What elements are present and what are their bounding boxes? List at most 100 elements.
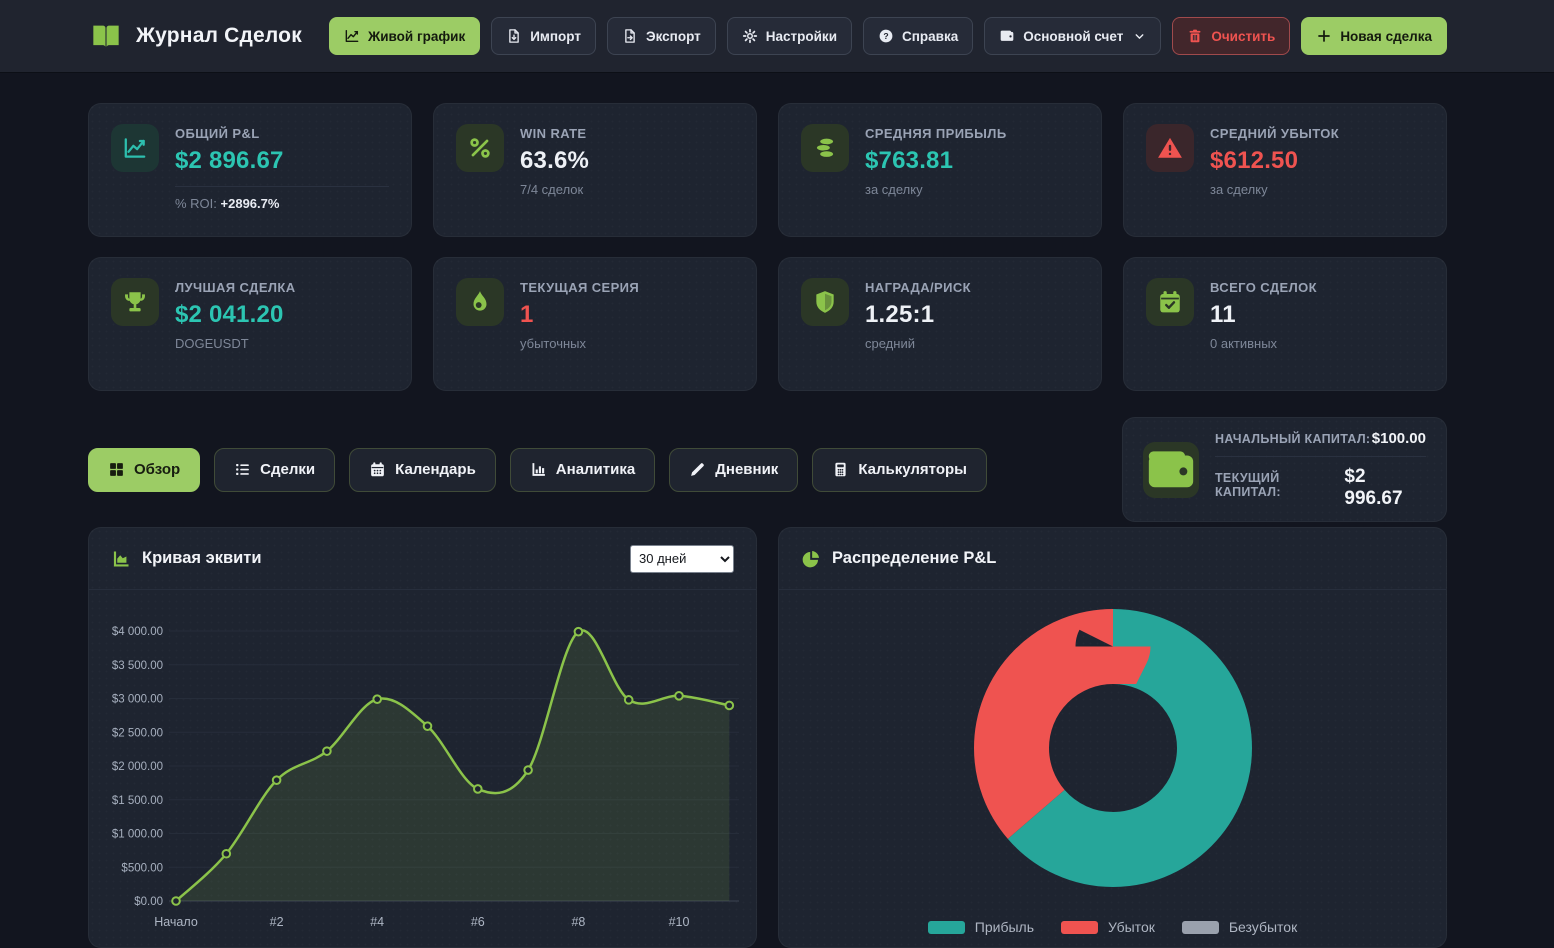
tab-grid[interactable]: Обзор (88, 448, 200, 492)
stat-label: ВСЕГО СДЕЛОК (1210, 280, 1424, 295)
file-import-icon (506, 28, 522, 44)
charts-row: Кривая эквити 30 дней $0.00$500.00$1 000… (88, 527, 1447, 948)
equity-data-point (223, 850, 231, 858)
stat-card: СРЕДНЯЯ ПРИБЫЛЬ$763.81за сделку (778, 103, 1102, 237)
stat-label: НАГРАДА/РИСК (865, 280, 1079, 295)
legend-label: Убыток (1108, 919, 1155, 935)
header-button-chart-line[interactable]: Живой график (329, 17, 480, 55)
equity-card-title: Кривая эквити (142, 549, 262, 568)
x-axis-tick-label: #4 (370, 915, 384, 929)
tab-calculator[interactable]: Калькуляторы (812, 448, 987, 492)
stat-card: НАГРАДА/РИСК1.25:1средний (778, 257, 1102, 391)
header-button-plus[interactable]: Новая сделка (1301, 17, 1447, 55)
equity-data-point (625, 696, 633, 704)
tabs-and-capital-band: Обзор Сделки Календарь Аналитика Дневник Каль… (88, 417, 1447, 522)
legend-item[interactable]: Безубыток (1182, 919, 1297, 935)
trash-icon (1187, 28, 1203, 44)
stat-label: СРЕДНИЙ УБЫТОК (1210, 126, 1424, 141)
stat-icon-tile (801, 124, 849, 172)
tab-list[interactable]: Сделки (214, 448, 335, 492)
equity-curve-chart: $0.00$500.00$1 000.00$1 500.00$2 000.00$… (89, 590, 756, 942)
capital-rows: НАЧАЛЬНЫЙ КАПИТАЛ: $100.00 ТЕКУЩИЙ КАПИТ… (1215, 430, 1426, 510)
tab-bar: Обзор Сделки Календарь Аналитика Дневник Каль… (88, 448, 987, 492)
tab-label: Календарь (395, 461, 476, 478)
y-axis-tick-label: $1 500.00 (112, 795, 163, 807)
list-icon (234, 461, 251, 478)
shield-icon (812, 289, 838, 315)
header-button-question[interactable]: ? Справка (863, 17, 973, 55)
calendar-check-icon (1157, 289, 1183, 315)
button-label: Новая сделка (1340, 29, 1432, 44)
initial-capital-value: $100.00 (1372, 430, 1426, 447)
stat-label: СРЕДНЯЯ ПРИБЫЛЬ (865, 126, 1079, 141)
equity-data-point (474, 785, 482, 793)
donut-chart-body: Прибыль Убыток Безубыток (779, 590, 1446, 948)
stat-value: $2 041.20 (175, 301, 389, 329)
equity-chart-body: $0.00$500.00$1 000.00$1 500.00$2 000.00$… (89, 590, 756, 947)
app-title: Журнал Сделок (136, 24, 302, 48)
current-capital-row: ТЕКУЩИЙ КАПИТАЛ: $2 996.67 (1215, 466, 1426, 510)
stat-icon-tile (1146, 124, 1194, 172)
equity-data-point (575, 628, 583, 636)
stat-icon-tile (456, 278, 504, 326)
stat-label: WIN RATE (520, 126, 734, 141)
pnl-distribution-card: Распределение P&L ПрибыльУбытокБезубыток (778, 527, 1447, 948)
equity-data-point (424, 722, 432, 730)
button-label: Настройки (766, 29, 837, 44)
equity-data-point (726, 702, 734, 710)
stat-subtext: DOGEUSDT (175, 336, 389, 351)
button-label: Справка (902, 29, 958, 44)
trophy-icon (122, 289, 148, 315)
percent-icon (467, 135, 493, 161)
tab-chart-bars[interactable]: Аналитика (510, 448, 655, 492)
chart-line-icon (122, 135, 148, 161)
plus-icon (1316, 28, 1332, 44)
tab-pencil[interactable]: Дневник (669, 448, 798, 492)
warning-icon (1157, 135, 1183, 161)
svg-text:?: ? (883, 31, 888, 41)
stat-divider (175, 186, 389, 187)
stat-value: $763.81 (865, 147, 1079, 175)
chart-line-icon (344, 28, 360, 44)
stat-icon-tile (801, 278, 849, 326)
stat-subtext: средний (865, 336, 1079, 351)
stat-card: ТЕКУЩАЯ СЕРИЯ1убыточных (433, 257, 757, 391)
header-button-gear[interactable]: Настройки (727, 17, 852, 55)
button-label: Живой график (368, 29, 465, 44)
calculator-icon (832, 461, 849, 478)
tab-calendar[interactable]: Календарь (349, 448, 496, 492)
equity-data-point (373, 695, 381, 703)
stat-icon-tile (111, 124, 159, 172)
current-capital-label: ТЕКУЩИЙ КАПИТАЛ: (1215, 471, 1344, 499)
stat-label: ТЕКУЩАЯ СЕРИЯ (520, 280, 734, 295)
tab-label: Аналитика (556, 461, 635, 478)
header-button-wallet[interactable]: Основной счет (984, 17, 1161, 55)
chart-legend: Прибыль Убыток Безубыток (779, 919, 1446, 935)
stat-value: 1 (520, 301, 734, 329)
main-content: ОБЩИЙ P&L$2 896.67% ROI: +2896.7%WIN RAT… (88, 103, 1447, 948)
stat-card: WIN RATE63.6%7/4 сделок (433, 103, 757, 237)
equity-card-header: Кривая эквити 30 дней (89, 528, 756, 590)
wallet-icon (999, 28, 1015, 44)
button-label: Экспорт (646, 29, 701, 44)
equity-data-point (172, 897, 180, 905)
stat-label: ЛУЧШАЯ СДЕЛКА (175, 280, 389, 295)
legend-item[interactable]: Убыток (1061, 919, 1155, 935)
period-select[interactable]: 30 дней (630, 545, 734, 573)
stat-subtext: 7/4 сделок (520, 182, 734, 197)
y-axis-tick-label: $0.00 (134, 896, 163, 908)
header-button-file-export[interactable]: Экспорт (607, 17, 716, 55)
header-button-trash[interactable]: Очистить (1172, 17, 1290, 55)
header-button-file-import[interactable]: Импорт (491, 17, 596, 55)
stat-card: ВСЕГО СДЕЛОК110 активных (1123, 257, 1447, 391)
legend-label: Безубыток (1229, 919, 1297, 935)
pnl-donut-chart (779, 590, 1446, 900)
app-brand: Журнал Сделок (88, 20, 302, 52)
x-axis-tick-label: #8 (571, 915, 585, 929)
equity-data-point (675, 692, 683, 700)
legend-swatch (1061, 921, 1098, 934)
initial-capital-row: НАЧАЛЬНЫЙ КАПИТАЛ: $100.00 (1215, 430, 1426, 447)
capital-card: НАЧАЛЬНЫЙ КАПИТАЛ: $100.00 ТЕКУЩИЙ КАПИТ… (1122, 417, 1447, 522)
equity-data-point (323, 747, 331, 755)
legend-item[interactable]: Прибыль (928, 919, 1034, 935)
